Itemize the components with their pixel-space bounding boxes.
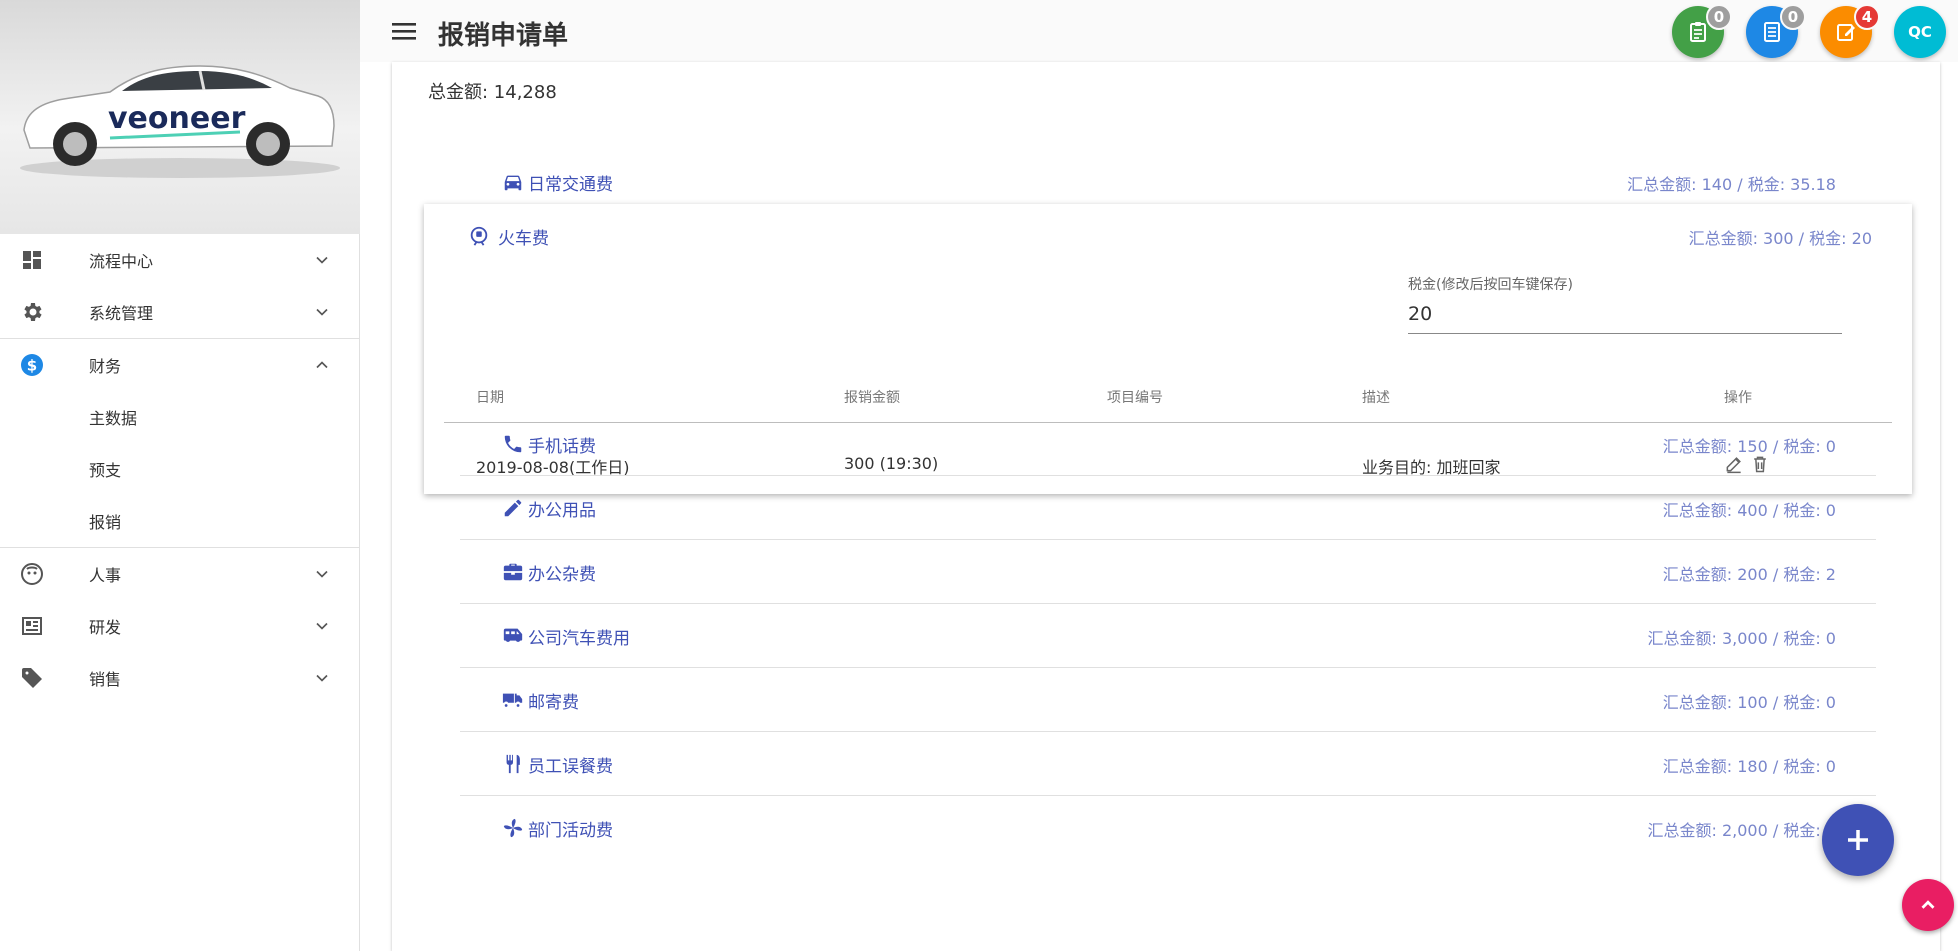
sidebar-item-label: 流程中心 <box>89 252 154 271</box>
sidebar-item-rnd[interactable]: 研发 <box>0 600 359 652</box>
sidebar-item-sales[interactable]: 销售 <box>0 652 359 704</box>
category-summary: 汇总金额: 150 / 税金: 0 <box>1662 437 1836 456</box>
sidebar-item-label: 人事 <box>89 566 122 585</box>
chevron-down-icon <box>316 622 328 630</box>
pinwheel-icon <box>503 818 523 838</box>
truck-icon <box>502 693 523 707</box>
category-row-staff-meals[interactable]: 员工误餐费 汇总金额: 180 / 税金: 0 <box>460 732 1876 796</box>
sidebar-item-label: 研发 <box>89 618 122 637</box>
clipboard-icon <box>1690 22 1706 42</box>
plus-icon <box>1848 830 1868 850</box>
sidebar-item-workflow[interactable]: 流程中心 <box>0 234 359 286</box>
reimbursement-form-card: 总金额: 14,288 日常交通费 汇总金额: 140 / 税金: 35.18 … <box>392 62 1940 951</box>
category-label: 日常交通费 <box>528 175 613 195</box>
logo-text: veoneer <box>108 101 246 136</box>
category-label: 邮寄费 <box>528 693 579 713</box>
category-summary: 汇总金额: 180 / 税金: 0 <box>1662 757 1836 776</box>
chevron-up-icon <box>1921 900 1935 909</box>
edit-note-icon <box>1837 24 1855 41</box>
scroll-to-top-button[interactable] <box>1902 879 1954 931</box>
category-row-office-supplies[interactable]: 办公用品 汇总金额: 400 / 税金: 0 <box>460 476 1876 540</box>
category-label: 部门活动费 <box>528 821 613 841</box>
sidebar: veoneer 流程中心 系统管理 $ 财务 主数据 预支 报销 人事 研发 销… <box>0 0 360 951</box>
face-icon <box>21 563 43 585</box>
avatar-initials: QC <box>1908 23 1932 41</box>
dollar-icon: $ <box>21 354 43 376</box>
category-row-postage[interactable]: 邮寄费 汇总金额: 100 / 税金: 0 <box>460 668 1876 732</box>
column-header-actions: 操作 <box>1724 390 1752 406</box>
sidebar-item-system[interactable]: 系统管理 <box>0 286 359 338</box>
category-summary: 汇总金额: 100 / 税金: 0 <box>1662 693 1836 712</box>
chevron-down-icon <box>316 570 328 578</box>
category-label: 手机话费 <box>528 437 596 457</box>
category-header-train[interactable]: 火车费 汇总金额: 300 / 税金: 20 <box>424 204 1912 266</box>
pencil-icon <box>504 499 522 517</box>
toolbox-icon <box>503 563 523 581</box>
category-label: 办公杂费 <box>528 565 596 585</box>
category-summary: 汇总金额: 3,000 / 税金: 0 <box>1647 629 1836 648</box>
sidebar-item-label: 销售 <box>89 670 122 689</box>
category-summary: 汇总金额: 140 / 税金: 35.18 <box>1627 175 1836 194</box>
category-label: 火车费 <box>498 229 549 249</box>
category-row-company-car[interactable]: 公司汽车费用 汇总金额: 3,000 / 税金: 0 <box>460 604 1876 668</box>
utensils-icon <box>506 754 520 774</box>
chevron-down-icon <box>316 256 328 264</box>
sidebar-subitem-label: 预支 <box>89 461 122 480</box>
add-item-fab[interactable] <box>1822 804 1894 876</box>
category-row-mobile-phone[interactable]: 手机话费 汇总金额: 150 / 税金: 0 <box>460 412 1876 476</box>
category-summary: 汇总金额: 400 / 税金: 0 <box>1662 501 1836 520</box>
documents-button[interactable]: 0 <box>1746 4 1806 58</box>
brand-hero-image: veoneer <box>0 0 360 234</box>
notification-badge: 0 <box>1780 4 1806 30</box>
sidebar-subitem-reimburse[interactable]: 报销 <box>0 495 359 547</box>
chevron-down-icon <box>316 308 328 316</box>
sidebar-subitem-advance[interactable]: 预支 <box>0 443 359 495</box>
category-summary: 汇总金额: 300 / 税金: 20 <box>1688 229 1872 248</box>
column-header-date: 日期 <box>476 390 504 406</box>
total-amount: 总金额: 14,288 <box>428 82 557 103</box>
sidebar-subitem-label: 报销 <box>89 513 122 532</box>
sidebar-item-hr[interactable]: 人事 <box>0 548 359 600</box>
category-summary: 汇总金额: 200 / 税金: 2 <box>1662 565 1836 584</box>
chip-icon <box>22 617 42 635</box>
dashboard-icon <box>23 251 41 269</box>
phone-icon <box>504 435 522 453</box>
todo-tasks-button[interactable]: 0 <box>1672 4 1732 58</box>
train-icon <box>470 226 488 246</box>
column-header-amount: 报销金额 <box>844 390 900 406</box>
category-label: 员工误餐费 <box>528 757 613 777</box>
column-header-project: 项目编号 <box>1107 390 1163 406</box>
car-illustration: veoneer <box>20 65 340 178</box>
car-icon <box>504 175 522 191</box>
chevron-down-icon <box>316 674 328 682</box>
user-avatar-button[interactable]: QC <box>1894 6 1946 58</box>
chevron-up-icon <box>316 361 328 369</box>
sidebar-subitem-label: 主数据 <box>89 409 138 428</box>
top-app-bar: 报销申请单 0 0 4 QC <box>360 0 1958 62</box>
category-row-office-misc[interactable]: 办公杂费 汇总金额: 200 / 税金: 2 <box>460 540 1876 604</box>
sidebar-nav: 流程中心 系统管理 $ 财务 主数据 预支 报销 人事 研发 销售 <box>0 234 359 704</box>
category-label: 公司汽车费用 <box>528 629 630 649</box>
sidebar-item-label: 财务 <box>89 357 122 376</box>
tax-input[interactable] <box>1408 294 1842 334</box>
notification-badge: 0 <box>1706 4 1732 30</box>
hamburger-menu-icon[interactable] <box>392 20 416 42</box>
svg-text:$: $ <box>27 357 37 375</box>
sidebar-subitem-master-data[interactable]: 主数据 <box>0 391 359 443</box>
category-summary: 汇总金额: 2,000 / 税金: 0 <box>1647 821 1836 840</box>
bus-icon <box>503 628 523 642</box>
document-icon <box>1764 22 1780 42</box>
tax-field-label: 税金(修改后按回车键保存) <box>1408 277 1573 293</box>
notification-badge: 4 <box>1854 4 1880 30</box>
sidebar-item-finance[interactable]: $ 财务 <box>0 339 359 391</box>
column-header-description: 描述 <box>1362 390 1390 406</box>
tag-icon <box>22 668 42 688</box>
sidebar-item-label: 系统管理 <box>89 304 154 323</box>
category-label: 办公用品 <box>528 501 596 521</box>
category-row-department-activity[interactable]: 部门活动费 汇总金额: 2,000 / 税金: 0 <box>460 796 1876 860</box>
edits-button[interactable]: 4 <box>1820 4 1880 58</box>
page-title: 报销申请单 <box>438 21 569 51</box>
gear-icon <box>24 303 42 321</box>
